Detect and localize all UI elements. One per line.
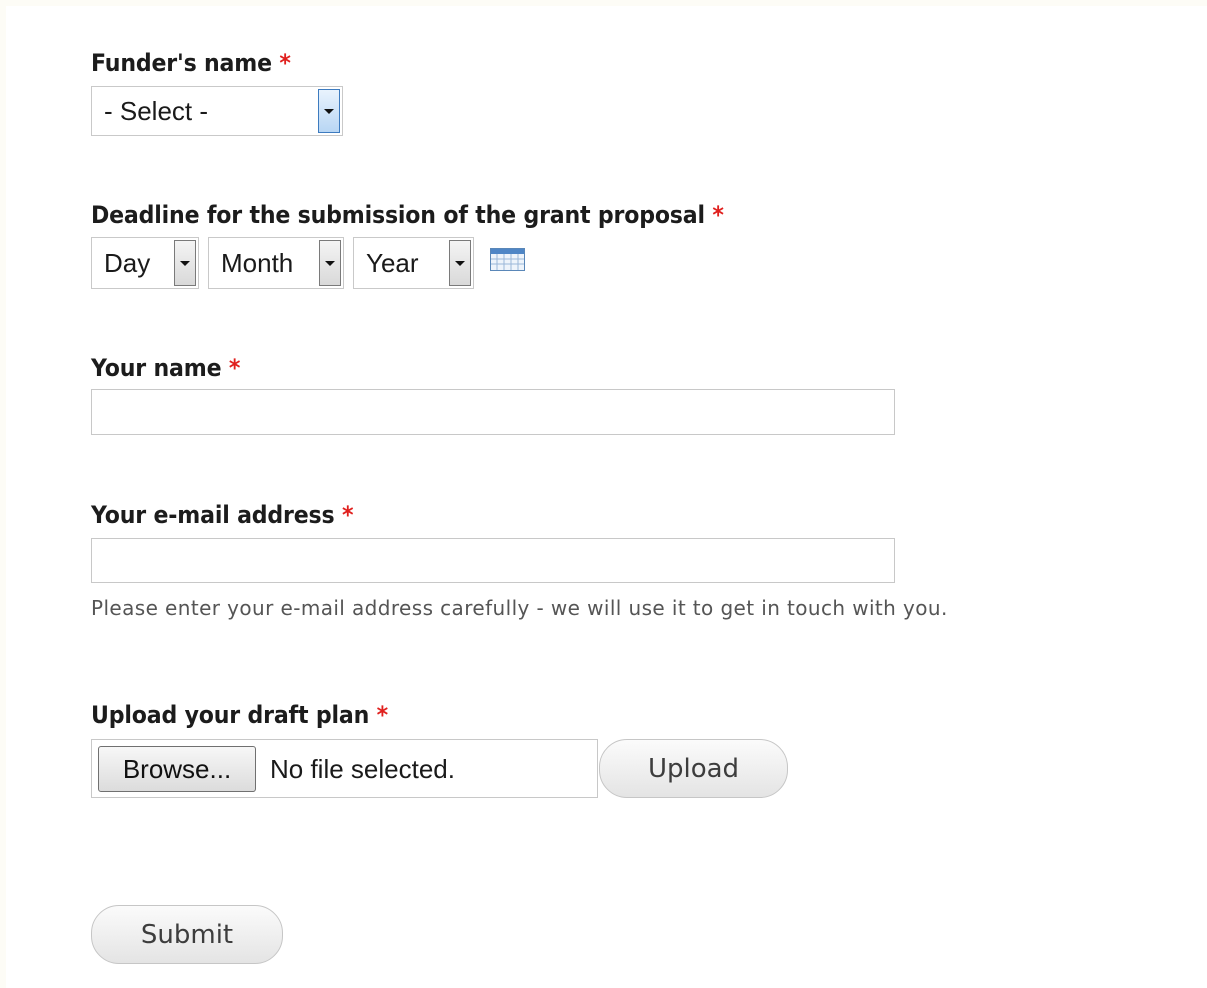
funder-name-select-value: - Select - xyxy=(104,96,209,126)
deadline-label-text: Deadline for the submission of the grant… xyxy=(91,201,705,229)
email-label-text: Your e-mail address xyxy=(91,501,335,529)
deadline-year-select[interactable]: Year xyxy=(353,237,474,289)
deadline-label: Deadline for the submission of the grant… xyxy=(91,200,724,230)
email-label: Your e-mail address * xyxy=(91,500,354,530)
chevron-down-icon xyxy=(319,240,341,286)
email-input[interactable] xyxy=(91,538,895,583)
browse-button[interactable]: Browse... xyxy=(98,746,256,792)
file-status: No file selected. xyxy=(270,754,455,784)
deadline-day-select[interactable]: Day xyxy=(91,237,199,289)
your-name-input[interactable] xyxy=(91,389,895,435)
deadline-month-select[interactable]: Month xyxy=(208,237,344,289)
deadline-month-value: Month xyxy=(221,248,294,278)
upload-label-text: Upload your draft plan xyxy=(91,701,370,729)
required-marker: * xyxy=(376,701,389,729)
chevron-down-icon xyxy=(174,240,196,286)
calendar-icon[interactable] xyxy=(490,248,525,271)
file-input[interactable]: Browse... No file selected. xyxy=(91,739,598,798)
funder-name-label-text: Funder's name xyxy=(91,49,272,77)
your-name-label-text: Your name xyxy=(91,354,222,382)
required-marker: * xyxy=(341,501,354,529)
submit-button[interactable]: Submit xyxy=(91,905,283,964)
form-panel xyxy=(6,6,1207,988)
required-marker: * xyxy=(279,49,291,77)
chevron-down-icon xyxy=(318,89,340,133)
required-marker: * xyxy=(712,201,724,229)
your-name-label: Your name * xyxy=(91,353,240,383)
email-description: Please enter your e-mail address careful… xyxy=(91,596,948,620)
deadline-year-value: Year xyxy=(366,248,419,278)
funder-name-label: Funder's name * xyxy=(91,48,291,78)
upload-button[interactable]: Upload xyxy=(599,739,788,798)
deadline-day-value: Day xyxy=(104,248,151,278)
required-marker: * xyxy=(228,354,241,382)
funder-name-select[interactable]: - Select - xyxy=(91,86,343,136)
upload-label: Upload your draft plan * xyxy=(91,700,388,730)
chevron-down-icon xyxy=(449,240,471,286)
